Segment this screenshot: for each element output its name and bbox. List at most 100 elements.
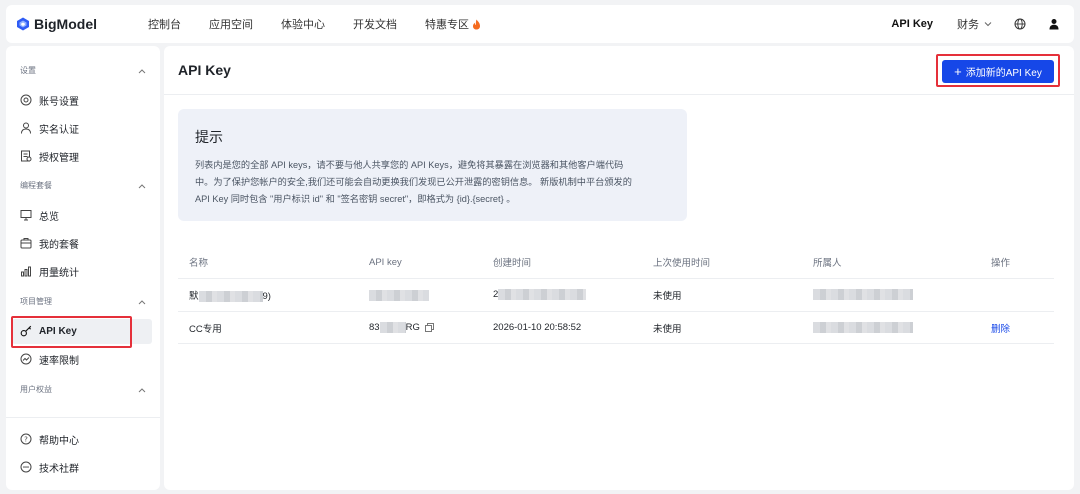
key-visible-prefix: 83 (369, 322, 380, 333)
cell-created: 2026-01-10 20:58:52 (493, 322, 582, 333)
col-header-name: 名称 (189, 258, 209, 269)
sidebar-item-account-settings[interactable]: 账号设置 (20, 91, 79, 109)
chevron-up-icon (138, 387, 146, 392)
sidebar-item-label: 用量统计 (39, 267, 79, 279)
cell-api-key: 83 RG (358, 322, 482, 333)
col-header-last-used: 上次使用时间 (653, 258, 711, 269)
sidebar-item-label: 帮助中心 (39, 435, 79, 447)
usage-stats-icon (21, 266, 31, 277)
sidebar-item-rate-limit[interactable]: 速率限制 (20, 350, 79, 368)
top-navbar: BigModel 控制台 应用空间 体验中心 开发文档 特惠专区 API Key… (6, 5, 1074, 43)
fire-icon (473, 19, 480, 29)
col-header-owner: 所属人 (813, 258, 842, 269)
copy-icon[interactable] (424, 323, 434, 332)
cell-created: 2 (482, 289, 642, 301)
sidebar-item-tech-community[interactable]: 技术社群 (20, 458, 79, 476)
nav-special-offers-label: 特惠专区 (425, 19, 469, 31)
sidebar-item-label: 实名认证 (39, 124, 79, 136)
sidebar-item-my-package[interactable]: 我的套餐 (20, 234, 79, 252)
user-verify-icon (21, 122, 31, 134)
nav-special-offers[interactable]: 特惠专区 (425, 16, 481, 32)
cell-actions: 删除 (980, 321, 1054, 335)
sidebar-item-label: 账号设置 (39, 96, 79, 108)
delete-link[interactable]: 删除 (991, 324, 1010, 335)
table-row: CC专用 83 RG 2026-01-10 20:58:52 未使用 删除 (178, 311, 1054, 344)
chevron-up-icon (138, 183, 146, 188)
bigmodel-logo-icon (17, 17, 29, 31)
col-header-actions: 操作 (991, 258, 1011, 269)
chevron-up-icon (138, 68, 146, 73)
sidebar-item-authorization[interactable]: 授权管理 (20, 147, 79, 165)
section-title: 用户权益 (20, 385, 52, 394)
redacted-blur (813, 321, 913, 333)
cell-name: CC专用 (189, 323, 222, 335)
nav-finance-dropdown[interactable]: 财务 (957, 16, 992, 32)
overview-icon (20, 210, 32, 221)
nav-console[interactable]: 控制台 (148, 16, 181, 32)
main-panel: API Key + 添加新的API Key 提示 列表内是您的全部 API ke… (164, 46, 1074, 490)
name-visible-prefix: 默 (189, 291, 199, 302)
sidebar-item-label: 速率限制 (39, 355, 79, 367)
col-header-api-key: API key (369, 256, 402, 268)
sidebar-item-real-name-verification[interactable]: 实名认证 (20, 119, 79, 137)
sidebar-divider (6, 417, 160, 418)
cell-owner (802, 321, 980, 333)
sidebar-item-label: 我的套餐 (39, 239, 79, 251)
account-settings-icon (20, 94, 32, 106)
redacted-blur (369, 289, 429, 301)
sidebar-item-label: 授权管理 (39, 152, 79, 164)
authorization-icon (21, 150, 32, 162)
brand-name: BigModel (34, 16, 97, 32)
user-avatar-icon[interactable] (1048, 18, 1060, 30)
page-title: API Key (178, 62, 231, 78)
sidebar-section-settings[interactable]: 设置 (20, 65, 146, 76)
chevron-up-icon (138, 299, 146, 304)
notice-line: API Key 同时包含 "用户标识 id" 和 "签名密钥 secret"，即… (195, 194, 516, 204)
redacted-blur (198, 290, 263, 302)
cell-name: 默 9) (178, 288, 358, 302)
redacted-blur (498, 289, 587, 301)
finance-label: 财务 (957, 19, 979, 31)
notice-title: 提示 (195, 129, 223, 145)
section-title: 设置 (20, 66, 36, 75)
sidebar-item-label: 总览 (39, 211, 59, 223)
sidebar-item-help-center[interactable]: ? 帮助中心 (20, 430, 79, 448)
highlight-box-add-button (936, 54, 1060, 87)
cell-api-key (358, 289, 482, 301)
cell-last-used: 未使用 (653, 323, 682, 335)
title-divider (164, 94, 1074, 95)
sidebar: 设置 账号设置 实名认证 授权管理 编程套餐 总览 我的套餐 用量统计 项目管理… (6, 46, 160, 490)
sidebar-section-user-benefits[interactable]: 用户权益 (20, 384, 146, 395)
notice-box: 提示 列表内是您的全部 API keys，请不要与他人共享您的 API Keys… (178, 109, 687, 221)
brand-logo[interactable]: BigModel (16, 16, 134, 32)
section-title: 编程套餐 (20, 181, 52, 190)
notice-body: 列表内是您的全部 API keys，请不要与他人共享您的 API Keys，避免… (195, 157, 670, 208)
nav-dev-docs[interactable]: 开发文档 (353, 16, 397, 32)
sidebar-section-coding-plan[interactable]: 编程套餐 (20, 180, 146, 191)
rate-limit-icon (20, 353, 32, 365)
sidebar-item-overview[interactable]: 总览 (20, 206, 59, 224)
globe-icon[interactable] (1014, 18, 1026, 30)
nav-experience-center[interactable]: 体验中心 (281, 16, 325, 32)
sidebar-section-project-management[interactable]: 项目管理 (20, 296, 146, 307)
cell-last-used: 未使用 (653, 291, 682, 302)
name-visible-suffix: 9) (262, 291, 271, 302)
table-header: 名称 API key 创建时间 上次使用时间 所属人 操作 (178, 246, 1054, 278)
nav-app-space[interactable]: 应用空间 (209, 16, 253, 32)
sidebar-item-usage-stats[interactable]: 用量统计 (20, 262, 79, 280)
key-visible-suffix: RG (405, 322, 420, 333)
help-icon: ? (20, 433, 32, 445)
nav-api-key[interactable]: API Key (891, 18, 933, 30)
main-nav: 控制台 应用空间 体验中心 开发文档 特惠专区 (134, 16, 509, 32)
package-icon (20, 238, 32, 249)
sidebar-item-label: 技术社群 (39, 463, 79, 475)
table-row: 默 9) 2 未使用 (178, 278, 1054, 311)
redacted-blur (813, 289, 913, 301)
svg-text:?: ? (24, 436, 28, 444)
cell-owner (802, 289, 980, 301)
redacted-blur (379, 322, 406, 333)
notice-line: 列表内是您的全部 API keys，请不要与他人共享您的 API Keys，避免… (195, 160, 624, 170)
highlight-box-sidebar (11, 316, 132, 348)
notice-line: 中。为了保护您帐户的安全,我们还可能会自动更换我们发现已公开泄露的密钥信息。 新… (195, 177, 632, 187)
community-icon (20, 461, 32, 473)
